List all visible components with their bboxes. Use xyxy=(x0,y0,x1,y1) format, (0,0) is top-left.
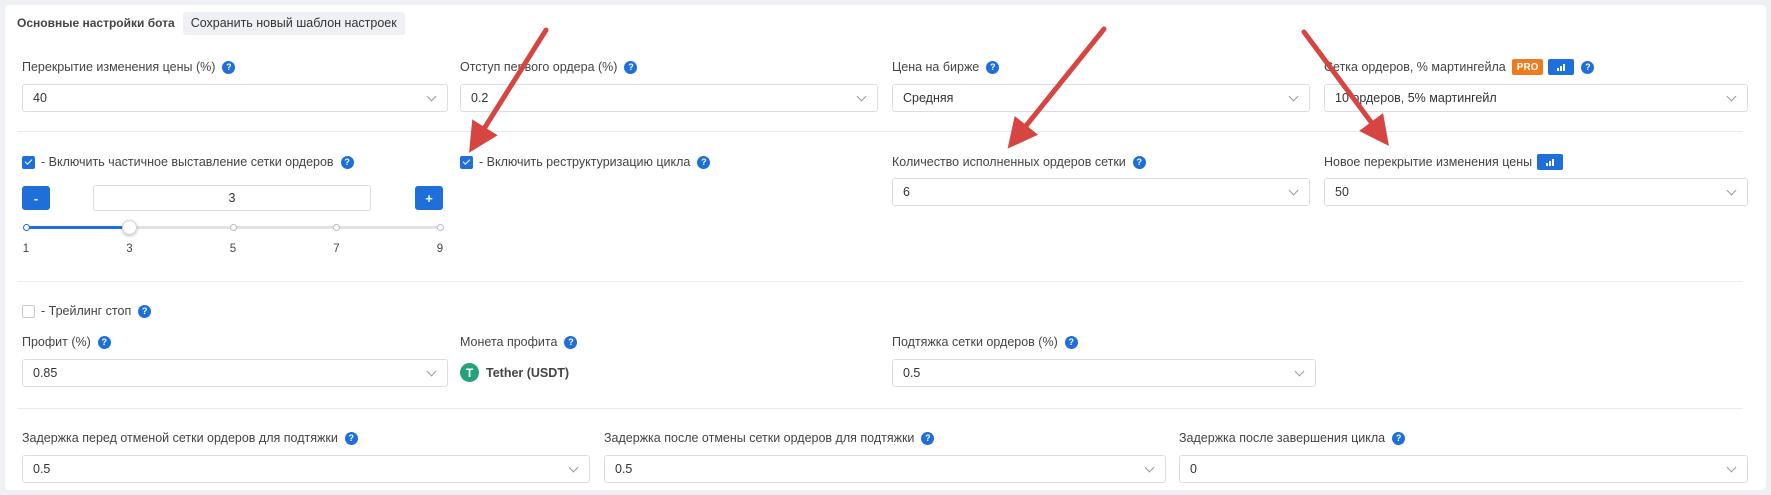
partial-grid-checkbox[interactable] xyxy=(22,155,35,169)
slider-step-dot[interactable] xyxy=(22,224,30,231)
tether-icon: T xyxy=(460,363,479,382)
trailing-stop-toggle[interactable]: - Трейлинг стоп ? xyxy=(22,302,152,320)
slider-tick-label: 1 xyxy=(22,243,30,255)
slider-step-dot[interactable] xyxy=(229,224,237,231)
delay-after-cancel-label: Задержка после отмены сетки ордеров для … xyxy=(604,429,935,447)
trailing-stop-checkbox[interactable] xyxy=(22,304,35,318)
help-icon[interactable]: ? xyxy=(624,60,638,74)
slider-ticks: 1 3 5 7 9 xyxy=(22,243,444,257)
grid-slider[interactable] xyxy=(22,220,444,235)
first-order-offset-select[interactable]: 0.2 xyxy=(460,84,878,112)
help-icon[interactable]: ? xyxy=(1132,155,1146,169)
grid-count-input[interactable] xyxy=(93,185,371,211)
filled-orders-select[interactable]: 6 xyxy=(892,178,1310,206)
delay-after-cycle-select[interactable]: 0 xyxy=(1179,455,1748,483)
chevron-down-icon xyxy=(1726,462,1737,472)
price-overlap-select[interactable]: 40 xyxy=(22,84,448,112)
chevron-down-icon xyxy=(1144,462,1155,472)
price-overlap-label: Перекрытие изменения цены (%) ? xyxy=(22,58,236,76)
order-grid-label: Сетка ордеров, % мартингейла PRO ? xyxy=(1324,58,1595,76)
slider-fill xyxy=(26,226,130,229)
increment-button[interactable]: + xyxy=(415,186,443,210)
delay-after-cancel-select[interactable]: 0.5 xyxy=(604,455,1166,483)
grid-pullup-select[interactable]: 0.5 xyxy=(892,359,1316,387)
restructure-toggle[interactable]: - Включить реструктуризацию цикла ? xyxy=(460,153,711,171)
partial-grid-toggle[interactable]: - Включить частичное выставление сетки о… xyxy=(22,153,354,171)
new-overlap-label: Новое перекрытие изменения цены xyxy=(1324,153,1564,171)
slider-tick-label: 9 xyxy=(436,243,444,255)
chevron-down-icon xyxy=(568,462,579,472)
exchange-price-label: Цена на бирже ? xyxy=(892,58,1000,76)
section-divider xyxy=(17,408,1743,409)
signal-bars-icon[interactable] xyxy=(1537,154,1564,170)
chevron-down-icon xyxy=(1288,185,1299,195)
help-icon[interactable]: ? xyxy=(222,60,236,74)
chevron-down-icon xyxy=(1726,91,1737,101)
profit-coin-label: Монета профита ? xyxy=(460,333,578,351)
slider-step-dot[interactable] xyxy=(333,224,340,231)
delay-after-cycle-label: Задержка после завершения цикла ? xyxy=(1179,429,1406,447)
help-icon[interactable]: ? xyxy=(1064,335,1078,349)
help-icon[interactable]: ? xyxy=(97,335,111,349)
help-icon[interactable]: ? xyxy=(344,431,358,445)
settings-header: Основные настройки бота Сохранить новый … xyxy=(17,11,405,35)
delay-before-cancel-select[interactable]: 0.5 xyxy=(22,455,590,483)
help-icon[interactable]: ? xyxy=(986,60,1000,74)
help-icon[interactable]: ? xyxy=(138,304,152,318)
delay-before-cancel-label: Задержка перед отменой сетки ордеров для… xyxy=(22,429,358,447)
order-grid-select[interactable]: 10 ордеров, 5% мартингейл xyxy=(1324,84,1748,112)
chevron-down-icon xyxy=(426,91,437,101)
signal-bars-icon[interactable] xyxy=(1548,59,1575,75)
section-divider xyxy=(17,281,1743,282)
chevron-down-icon xyxy=(426,366,437,376)
grid-pullup-label: Подтяжка сетки ордеров (%) ? xyxy=(892,333,1078,351)
chevron-down-icon xyxy=(1726,185,1737,195)
slider-tick-label: 7 xyxy=(333,243,340,255)
chevron-down-icon xyxy=(1294,366,1305,376)
profit-label: Профит (%) ? xyxy=(22,333,111,351)
slider-thumb[interactable] xyxy=(122,220,137,235)
help-icon[interactable]: ? xyxy=(697,155,711,169)
chevron-down-icon xyxy=(856,91,867,101)
section-title: Основные настройки бота xyxy=(17,16,175,30)
first-order-offset-label: Отступ первого ордера (%) ? xyxy=(460,58,638,76)
help-icon[interactable]: ? xyxy=(921,431,935,445)
help-icon[interactable]: ? xyxy=(1581,60,1595,74)
pro-badge: PRO xyxy=(1511,59,1544,75)
slider-tick-label: 3 xyxy=(126,243,133,255)
slider-step-dot[interactable] xyxy=(436,224,444,231)
slider-tick-label: 5 xyxy=(229,243,237,255)
help-icon[interactable]: ? xyxy=(340,155,354,169)
help-icon[interactable]: ? xyxy=(1392,431,1406,445)
exchange-price-select[interactable]: Средняя xyxy=(892,84,1310,112)
profit-coin-value: T Tether (USDT) xyxy=(460,363,569,382)
help-icon[interactable]: ? xyxy=(564,335,578,349)
restructure-checkbox[interactable] xyxy=(460,155,473,169)
section-divider xyxy=(17,131,1743,132)
chevron-down-icon xyxy=(1288,91,1299,101)
decrement-button[interactable]: - xyxy=(22,186,50,210)
new-overlap-select[interactable]: 50 xyxy=(1324,178,1748,206)
filled-orders-label: Количество исполненных ордеров сетки ? xyxy=(892,153,1146,171)
save-template-button[interactable]: Сохранить новый шаблон настроек xyxy=(182,11,405,35)
profit-select[interactable]: 0.85 xyxy=(22,359,448,387)
